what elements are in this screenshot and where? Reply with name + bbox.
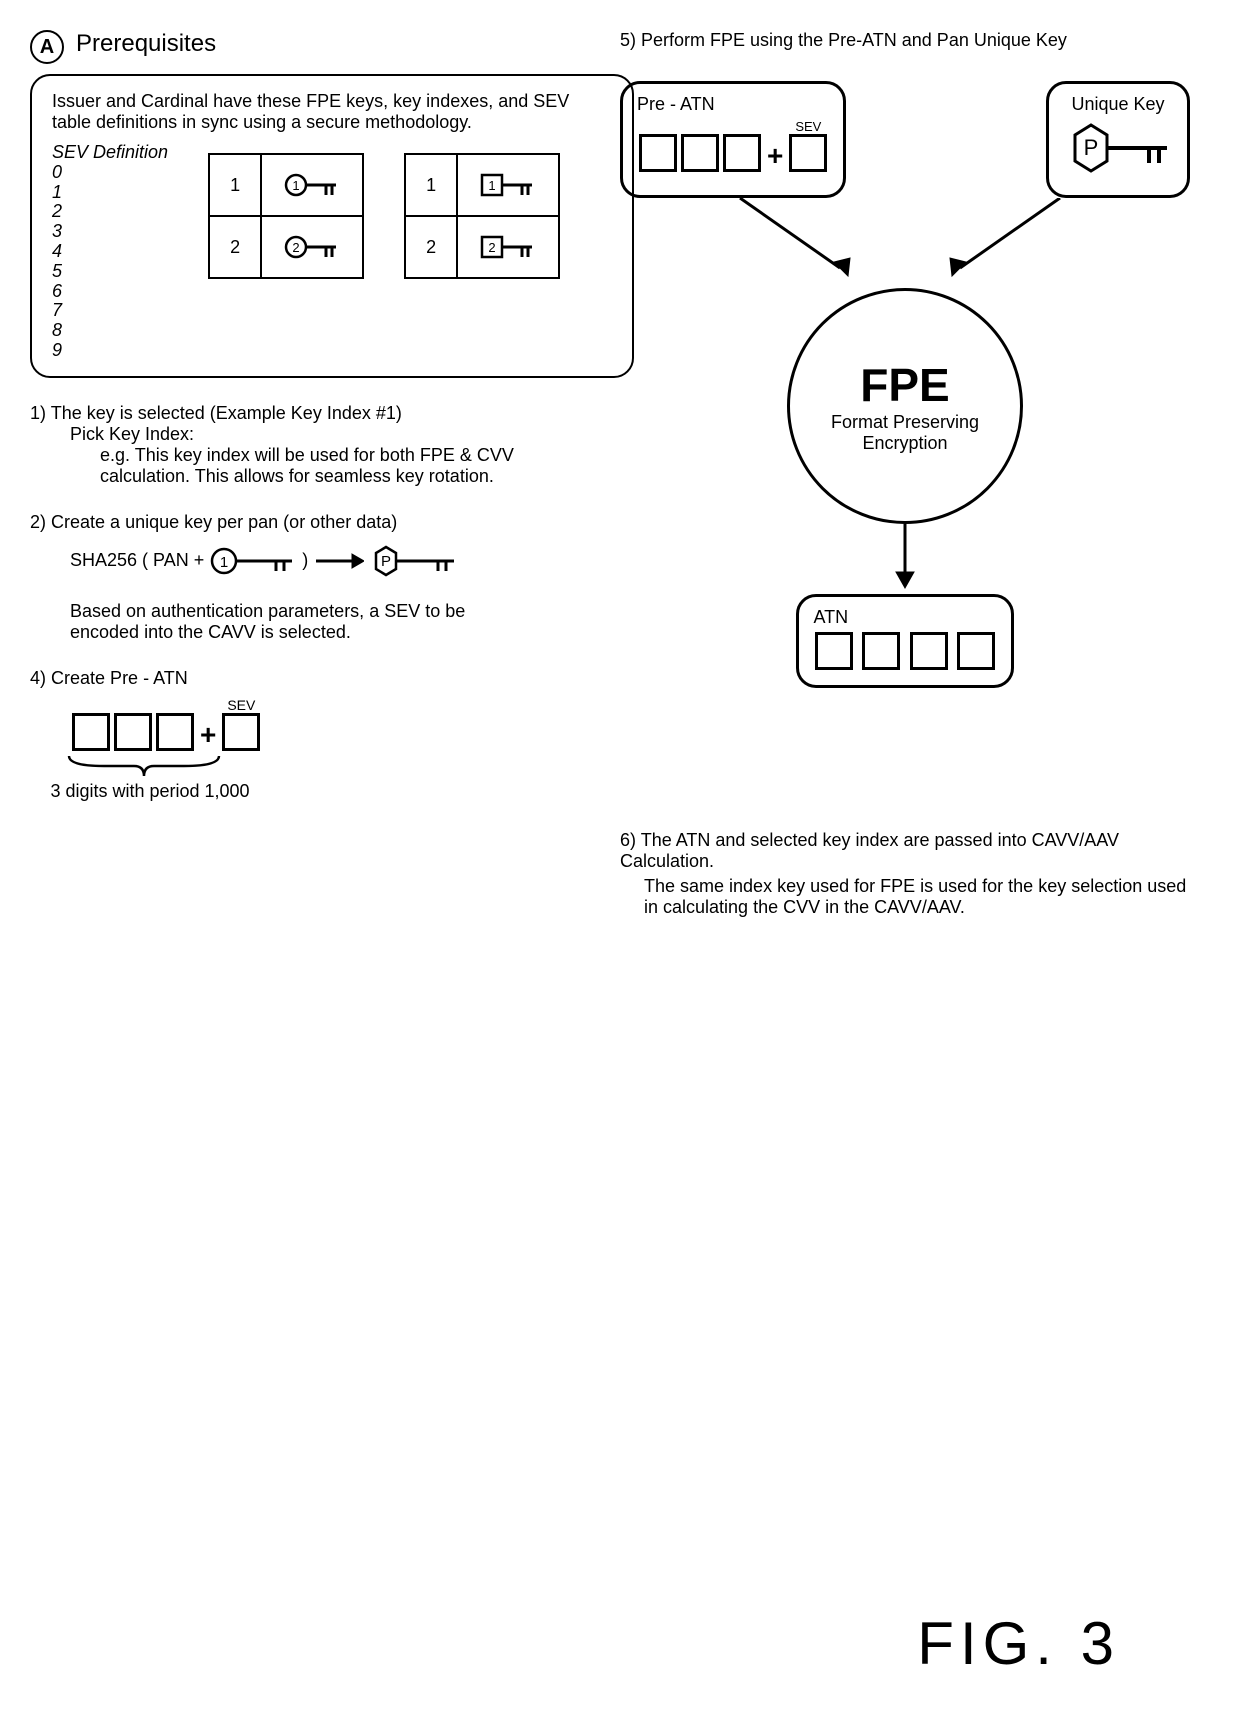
sha-suffix: ) xyxy=(302,550,308,571)
step1-line3: e.g. This key index will be used for bot… xyxy=(100,445,600,487)
key-index-cell: 1 xyxy=(405,154,457,216)
sev-box xyxy=(789,134,827,172)
sha-prefix: SHA256 ( PAN + xyxy=(70,550,204,571)
atn-label: ATN xyxy=(813,607,996,628)
step2-num: 2) xyxy=(30,512,46,532)
sev-def-label: SEV Definition xyxy=(52,143,168,163)
preatn-label: Pre - ATN xyxy=(637,94,829,115)
unique-key-box: Unique Key P xyxy=(1046,81,1190,198)
step6-line1: The ATN and selected key index are passe… xyxy=(620,830,1119,871)
digit-box xyxy=(114,713,152,751)
digit-box xyxy=(815,632,853,670)
key-cell: 1 xyxy=(457,154,559,216)
key-index-cell: 2 xyxy=(209,216,261,278)
unique-key-label: Unique Key xyxy=(1063,94,1173,115)
key-icon: 1 xyxy=(478,165,538,205)
step4-num: 4) xyxy=(30,668,46,688)
plus-icon: + xyxy=(767,140,783,172)
sev-digit: 6 xyxy=(52,282,168,302)
step4-title: Create Pre - ATN xyxy=(51,668,188,688)
key-icon: 2 xyxy=(282,227,342,267)
sev-label: SEV xyxy=(227,697,255,713)
sev-definition: SEV Definition 0 1 2 3 4 5 6 7 8 9 xyxy=(52,143,168,361)
brace-icon xyxy=(64,751,224,781)
step-6: 6) The ATN and selected key index are pa… xyxy=(620,830,1190,918)
svg-text:1: 1 xyxy=(220,554,228,571)
digit-box xyxy=(639,134,677,172)
svg-text:1: 1 xyxy=(488,178,495,193)
arrows-to-fpe xyxy=(620,198,1190,288)
key-cell: 2 xyxy=(261,216,363,278)
step6-line2: The same index key used for FPE is used … xyxy=(644,876,1190,918)
sev-digit: 2 xyxy=(52,202,168,222)
figure-label: FIG. 3 xyxy=(917,1609,1120,1678)
sev-digit: 0 xyxy=(52,163,168,183)
sev-digit: 9 xyxy=(52,341,168,361)
key-icon: 1 xyxy=(208,541,298,581)
sev-digit: 5 xyxy=(52,262,168,282)
sev-digit: 7 xyxy=(52,301,168,321)
step1-line1: The key is selected (Example Key Index #… xyxy=(51,403,402,423)
sev-digit: 3 xyxy=(52,222,168,242)
step2-para: Based on authentication parameters, a SE… xyxy=(70,601,510,643)
step1-num: 1) xyxy=(30,403,46,423)
badge-a: A xyxy=(30,30,64,64)
fpe-sub: Format Preserving Encryption xyxy=(790,412,1020,454)
sev-digit: 4 xyxy=(52,242,168,262)
svg-text:1: 1 xyxy=(292,178,299,193)
digit-box xyxy=(72,713,110,751)
digit-box xyxy=(156,713,194,751)
step5-num: 5) xyxy=(620,30,636,50)
plus-icon: + xyxy=(200,719,216,751)
key-icon: 1 xyxy=(282,165,342,205)
digit-box xyxy=(957,632,995,670)
preatn-box: Pre - ATN + SEV xyxy=(620,81,846,198)
digit-box xyxy=(723,134,761,172)
p-key-icon: P xyxy=(370,541,460,581)
arrow-to-atn xyxy=(620,524,1190,594)
svg-text:P: P xyxy=(381,553,391,570)
key-cell: 1 xyxy=(261,154,363,216)
svg-text:P: P xyxy=(1084,135,1099,160)
sev-digit: 1 xyxy=(52,183,168,203)
step5-text: Perform FPE using the Pre-ATN and Pan Un… xyxy=(641,30,1067,50)
arrow-icon xyxy=(314,546,364,576)
digit-box xyxy=(862,632,900,670)
key-index-cell: 2 xyxy=(405,216,457,278)
digit-box xyxy=(681,134,719,172)
fpe-label: FPE xyxy=(860,358,949,412)
step-5: 5) Perform FPE using the Pre-ATN and Pan… xyxy=(620,30,1190,688)
svg-text:2: 2 xyxy=(488,240,495,255)
sev-box xyxy=(222,713,260,751)
key-icon: 2 xyxy=(478,227,538,267)
key-table-right: 1 1 2 2 xyxy=(404,153,560,279)
key-index-cell: 1 xyxy=(209,154,261,216)
prereq-box: Issuer and Cardinal have these FPE keys,… xyxy=(30,74,634,378)
fpe-circle: FPE Format Preserving Encryption xyxy=(787,288,1023,524)
prereq-text: Issuer and Cardinal have these FPE keys,… xyxy=(52,91,612,133)
digit-box xyxy=(910,632,948,670)
sev-label: SEV xyxy=(795,119,821,134)
svg-text:2: 2 xyxy=(292,240,299,255)
atn-box: ATN xyxy=(796,594,1013,688)
sev-digit: 8 xyxy=(52,321,168,341)
p-key-icon: P xyxy=(1063,115,1173,185)
key-cell: 2 xyxy=(457,216,559,278)
step4-note: 3 digits with period 1,000 xyxy=(50,781,250,802)
step2-line1: Create a unique key per pan (or other da… xyxy=(51,512,397,532)
step6-num: 6) xyxy=(620,830,636,850)
prereq-title: Prerequisites xyxy=(76,30,216,58)
key-table-left: 1 1 2 2 xyxy=(208,153,364,279)
